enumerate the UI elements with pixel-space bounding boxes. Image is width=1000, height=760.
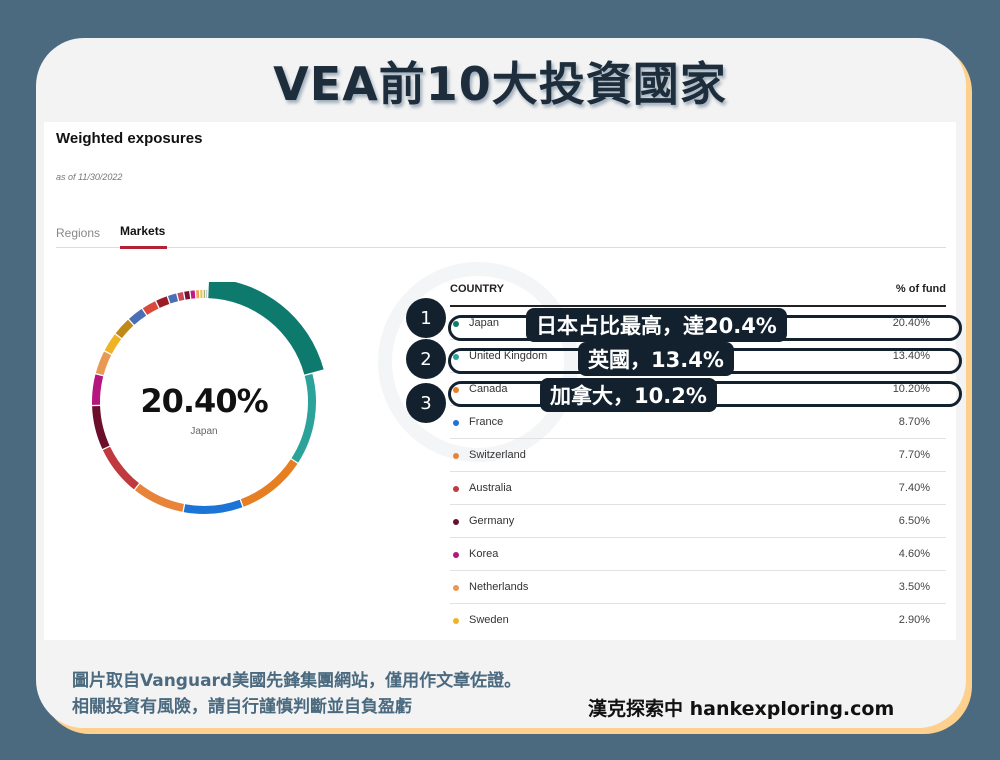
header-country: COUNTRY (450, 283, 504, 295)
legend-dot (453, 519, 459, 525)
country-percent: 4.60% (898, 548, 930, 560)
brand-credit: 漢克探索中 hankexploring.com (588, 698, 895, 720)
country-percent: 6.50% (898, 515, 930, 527)
callout-japan: 日本占比最高，達20.4% (526, 308, 787, 342)
donut-slice-other-11[interactable] (203, 290, 206, 299)
donut-center-value: 20.40% (140, 382, 268, 420)
donut-slice-other-12[interactable] (206, 290, 208, 299)
table-header: COUNTRY % of fund (450, 279, 946, 307)
legend-dot (453, 453, 459, 459)
donut-slice-japan[interactable] (208, 282, 324, 375)
legend-dot (453, 585, 459, 591)
rank-badge-3: 3 (406, 383, 446, 423)
donut-slice-australia[interactable] (102, 446, 139, 490)
donut-slice-other-2[interactable] (128, 308, 147, 325)
table-row: Sweden 2.90% (450, 604, 946, 637)
donut-slice-france[interactable] (183, 499, 243, 514)
donut-slice-other-4[interactable] (156, 296, 170, 308)
donut-slice-other-8[interactable] (190, 290, 196, 299)
donut-slice-other-1[interactable] (115, 319, 134, 339)
donut-slice-other-9[interactable] (195, 290, 200, 299)
table-row: Korea 4.60% (450, 538, 946, 571)
donut-slice-sweden[interactable] (104, 334, 122, 354)
donut-center-label: Japan (190, 426, 218, 437)
country-percent: 7.40% (898, 482, 930, 494)
table-row: Switzerland 7.70% (450, 439, 946, 472)
donut-slice-other-10[interactable] (200, 290, 203, 299)
country-name: Korea (469, 548, 499, 560)
legend-dot (453, 552, 459, 558)
legend-dot (453, 486, 459, 492)
country-percent: 3.50% (898, 581, 930, 593)
donut-slice-other-7[interactable] (184, 290, 191, 300)
donut-slice-other-5[interactable] (167, 293, 179, 304)
legend-dot (453, 618, 459, 624)
country-percent: 7.70% (898, 449, 930, 461)
country-name: Sweden (469, 614, 509, 626)
donut-slice-other-3[interactable] (142, 301, 159, 315)
disclaimer-line-2: 相關投資有風險，請自行謹慎判斷並自負盈虧 (72, 697, 412, 717)
country-name: France (469, 416, 504, 428)
tab-markets[interactable]: Markets (120, 224, 165, 238)
donut-slice-other-6[interactable] (177, 292, 185, 301)
legend-dot (453, 420, 459, 426)
rank-badge-1: 1 (406, 298, 446, 338)
disclaimer-line-1: 圖片取自Vanguard美國先鋒集團網站，僅用作文章佐證。 (72, 671, 522, 691)
country-name: Switzerland (469, 449, 526, 461)
table-row: Germany 6.50% (450, 505, 946, 538)
country-name: Netherlands (469, 581, 529, 593)
donut-slice-switzerland[interactable] (135, 483, 184, 512)
table-row: Netherlands 3.50% (450, 571, 946, 604)
header-percent: % of fund (895, 283, 946, 295)
callout-uk: 英國，13.4% (578, 342, 734, 376)
active-tab-indicator (120, 246, 167, 249)
panel-heading: Weighted exposures (56, 130, 203, 147)
donut-slice-netherlands[interactable] (95, 351, 112, 376)
as-of-date: as of 11/30/2022 (56, 172, 123, 182)
country-name: Australia (469, 482, 512, 494)
callout-canada: 加拿大，10.2% (540, 378, 717, 412)
donut-slice-canada[interactable] (240, 459, 298, 507)
tab-bar: Regions Markets (56, 218, 946, 249)
page-title: VEA前10大投資國家 (273, 57, 727, 111)
tab-regions[interactable]: Regions (56, 226, 100, 240)
disclaimer: 圖片取自Vanguard美國先鋒集團網站，僅用作文章佐證。 相關投資有風險，請自… (72, 668, 521, 720)
table-row: Australia 7.40% (450, 472, 946, 505)
country-name: Germany (469, 515, 515, 527)
country-percent: 2.90% (898, 614, 930, 626)
rank-badge-2: 2 (406, 339, 446, 379)
country-percent: 8.70% (898, 416, 930, 428)
